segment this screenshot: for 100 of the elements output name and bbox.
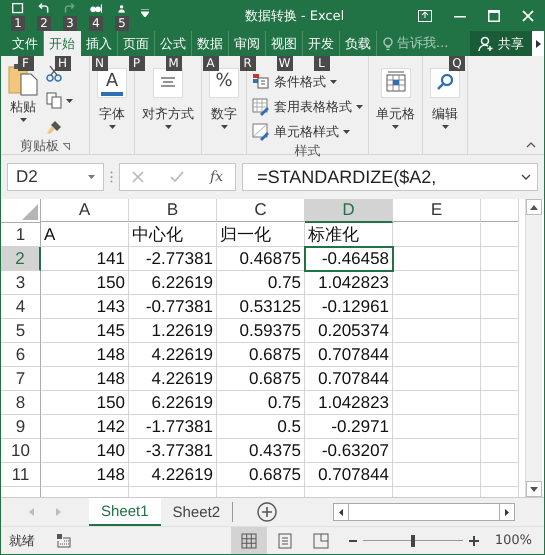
row-header[interactable]: 10 xyxy=(1,439,41,463)
table-cell[interactable] xyxy=(393,295,481,319)
dialog-launcher-icon[interactable] xyxy=(63,142,70,150)
table-cell[interactable]: 4.22619 xyxy=(129,463,217,487)
row-header[interactable]: 8 xyxy=(1,391,41,415)
expand-icon[interactable] xyxy=(521,174,531,180)
table-cell[interactable]: 150 xyxy=(41,271,129,295)
row-header[interactable]: 6 xyxy=(1,343,41,367)
table-cell[interactable]: 6.22619 xyxy=(129,391,217,415)
scroll-up-button[interactable] xyxy=(526,199,542,215)
collapse-ribbon-icon[interactable] xyxy=(526,142,536,148)
row-header[interactable]: 7 xyxy=(1,367,41,391)
row-header[interactable]: 5 xyxy=(1,319,41,343)
table-cell[interactable]: 标准化 xyxy=(305,223,393,247)
table-cell[interactable]: 142 xyxy=(41,415,129,439)
column-header[interactable]: C xyxy=(217,199,305,222)
table-cell[interactable]: -0.12961 xyxy=(305,295,393,319)
table-cell[interactable] xyxy=(481,463,519,487)
ribbon-dropdown-button[interactable]: 单元格 xyxy=(373,60,418,131)
table-cell[interactable] xyxy=(481,319,519,343)
row-header[interactable]: 11 xyxy=(1,463,41,487)
table-cell[interactable]: 1.042823 xyxy=(305,271,393,295)
table-cell[interactable] xyxy=(393,463,481,487)
table-cell[interactable] xyxy=(481,367,519,391)
table-cell[interactable] xyxy=(393,439,481,463)
table-cell[interactable] xyxy=(481,343,519,367)
normal-view-button[interactable] xyxy=(230,527,267,554)
table-cell[interactable]: -3.77381 xyxy=(129,439,217,463)
table-cell[interactable]: 4.22619 xyxy=(129,343,217,367)
table-cell[interactable]: -0.63207 xyxy=(305,439,393,463)
table-cell[interactable] xyxy=(393,415,481,439)
insert-function-button[interactable]: fx xyxy=(210,169,224,185)
table-cell[interactable] xyxy=(481,223,519,247)
arrow-right-icon[interactable] xyxy=(56,508,61,516)
column-header[interactable] xyxy=(481,199,519,222)
table-cell[interactable]: 6.22619 xyxy=(129,271,217,295)
maximize-icon[interactable] xyxy=(488,10,500,22)
slider-thumb[interactable] xyxy=(410,534,415,546)
copy-button[interactable] xyxy=(45,91,74,110)
table-cell[interactable]: -0.46458 xyxy=(305,247,393,271)
table-cell[interactable]: 0.707844 xyxy=(305,343,393,367)
table-cell[interactable]: 140 xyxy=(41,439,129,463)
table-cell[interactable]: 0.707844 xyxy=(305,463,393,487)
table-cell[interactable] xyxy=(393,343,481,367)
zoom-in-icon[interactable] xyxy=(468,536,479,546)
table-cell[interactable]: 1.042823 xyxy=(305,391,393,415)
table-cell[interactable]: 148 xyxy=(41,367,129,391)
table-cell[interactable]: 150 xyxy=(41,391,129,415)
arrow-left-icon[interactable] xyxy=(29,508,34,516)
share-button[interactable]: 共享 xyxy=(470,31,532,56)
select-all-icon[interactable] xyxy=(22,204,38,220)
table-cell[interactable] xyxy=(481,271,519,295)
zoom-level[interactable]: 100% xyxy=(494,533,532,548)
table-cell[interactable] xyxy=(393,271,481,295)
styles-dropdown-button[interactable]: 单元格样式 xyxy=(251,122,364,142)
table-cell[interactable]: 148 xyxy=(41,343,129,367)
name-box[interactable]: D2 xyxy=(7,163,104,191)
row-header[interactable]: 9 xyxy=(1,415,41,439)
sheet-tab[interactable]: Sheet2 xyxy=(160,502,234,522)
table-cell[interactable] xyxy=(393,367,481,391)
table-cell[interactable]: 0.59375 xyxy=(217,319,305,343)
table-cell[interactable]: 中心化 xyxy=(129,223,217,247)
table-cell[interactable] xyxy=(393,391,481,415)
table-cell[interactable]: -0.77381 xyxy=(129,295,217,319)
row-header[interactable]: 4 xyxy=(1,295,41,319)
formula-field[interactable]: =STANDARDIZE($A2, xyxy=(242,163,538,191)
table-cell[interactable]: 0.6875 xyxy=(217,463,305,487)
table-cell[interactable]: 0.6875 xyxy=(217,343,305,367)
table-cell[interactable]: 0.46875 xyxy=(217,247,305,271)
table-cell[interactable]: 1.22619 xyxy=(129,319,217,343)
table-cell[interactable] xyxy=(393,223,481,247)
table-cell[interactable]: 0.53125 xyxy=(217,295,305,319)
table-cell[interactable] xyxy=(481,247,519,271)
table-cell[interactable] xyxy=(481,391,519,415)
enter-icon[interactable] xyxy=(170,171,184,183)
ribbon-display-icon[interactable] xyxy=(418,10,432,22)
table-cell[interactable]: 143 xyxy=(41,295,129,319)
scroll-right-button[interactable] xyxy=(532,31,544,56)
table-cell[interactable]: 0.5 xyxy=(217,415,305,439)
table-cell[interactable]: 0.707844 xyxy=(305,367,393,391)
table-cell[interactable]: 4.22619 xyxy=(129,367,217,391)
table-cell[interactable]: 148 xyxy=(41,463,129,487)
table-cell[interactable]: 0.6875 xyxy=(217,367,305,391)
styles-dropdown-button[interactable]: 套用表格格式 xyxy=(251,97,364,117)
table-cell[interactable]: 0.75 xyxy=(217,391,305,415)
table-cell[interactable]: 141 xyxy=(41,247,129,271)
table-cell[interactable]: A xyxy=(41,223,129,247)
column-header[interactable]: D xyxy=(305,199,393,223)
table-cell[interactable]: 0.4375 xyxy=(217,439,305,463)
table-cell[interactable] xyxy=(393,319,481,343)
new-sheet-icon[interactable] xyxy=(257,502,278,522)
cancel-icon[interactable] xyxy=(132,171,144,183)
table-cell[interactable]: 归一化 xyxy=(217,223,305,247)
table-cell[interactable]: -0.2971 xyxy=(305,415,393,439)
row-header[interactable]: 1 xyxy=(1,223,41,247)
table-cell[interactable]: -1.77381 xyxy=(129,415,217,439)
table-cell[interactable]: 0.205374 xyxy=(305,319,393,343)
row-header[interactable]: 2 xyxy=(1,247,41,271)
tell-me-field[interactable]: 告诉我... xyxy=(397,36,457,51)
column-header[interactable]: B xyxy=(129,199,217,222)
